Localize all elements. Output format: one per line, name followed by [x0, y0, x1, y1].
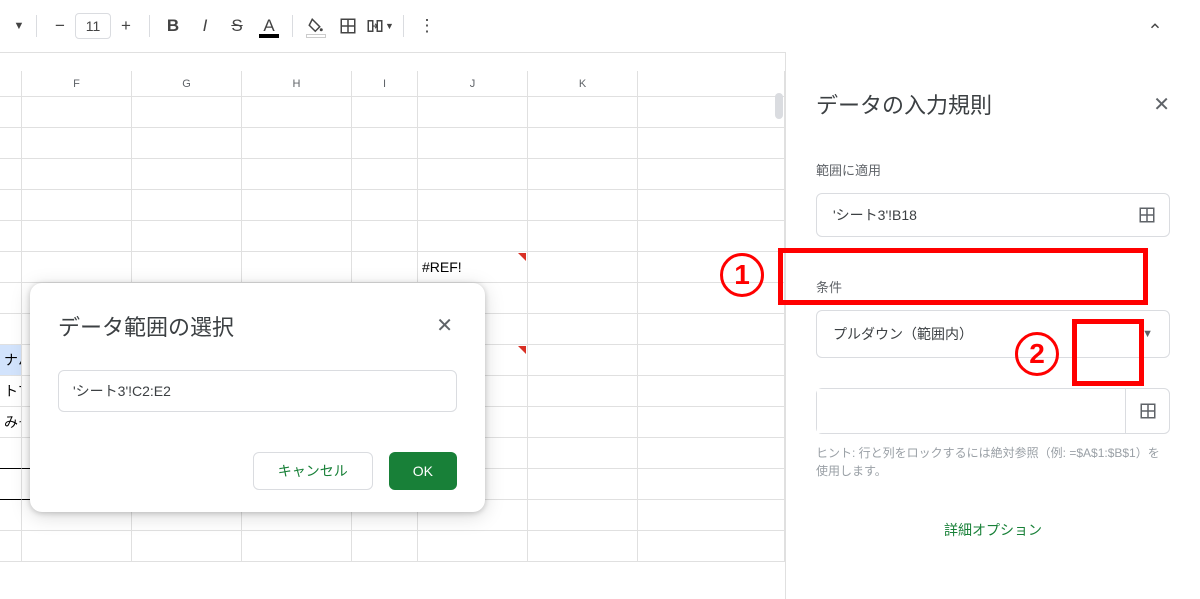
data-validation-panel: データの入力規則 ✕ 範囲に適用 条件 プルダウン（範囲内） ▼ ヒント: 行と…	[785, 52, 1200, 599]
error-indicator-icon	[518, 346, 526, 354]
font-size-group: − +	[45, 11, 141, 41]
merge-icon	[366, 17, 384, 35]
font-size-increase[interactable]: +	[111, 11, 141, 41]
cancel-button[interactable]: キャンセル	[253, 452, 373, 490]
separator	[36, 15, 37, 37]
cell-ref-error[interactable]: #REF!	[418, 252, 528, 283]
dialog-close-button[interactable]: ✕	[432, 309, 457, 342]
column-headers: F G H I J K	[0, 71, 785, 97]
cell-partial-1[interactable]: ナハ	[0, 345, 22, 376]
condition-range-row	[816, 388, 1170, 434]
italic-button[interactable]: I	[190, 11, 220, 41]
chevron-down-icon: ▼	[1142, 328, 1153, 340]
grid-icon	[1138, 206, 1156, 224]
data-range-input[interactable]	[58, 370, 457, 412]
more-button[interactable]: ⋮	[412, 11, 442, 41]
cell-partial-2[interactable]: トマ	[0, 376, 22, 407]
apply-to-range-row	[816, 193, 1170, 237]
col-header-end[interactable]	[638, 71, 785, 96]
borders-icon	[339, 17, 357, 35]
ok-button[interactable]: OK	[389, 452, 457, 490]
hint-text: ヒント: 行と列をロックするには絶対参照（例: =$A$1:$B$1）を使用しま…	[816, 444, 1170, 480]
toolbar-dropdown-caret[interactable]: ▼	[10, 11, 28, 41]
col-header-H[interactable]: H	[242, 71, 352, 96]
condition-dropdown[interactable]: プルダウン（範囲内） ▼	[816, 310, 1170, 358]
dialog-title: データ範囲の選択	[58, 310, 234, 342]
panel-close-button[interactable]: ✕	[1153, 92, 1170, 117]
bold-button[interactable]: B	[158, 11, 188, 41]
separator	[292, 15, 293, 37]
condition-value: プルダウン（範囲内）	[833, 324, 973, 344]
col-header-G[interactable]: G	[132, 71, 242, 96]
apply-to-range-input[interactable]	[817, 207, 1125, 223]
font-size-input[interactable]	[75, 13, 111, 39]
select-range-button[interactable]	[1125, 206, 1169, 224]
panel-title: データの入力規則	[816, 88, 992, 120]
col-header-gutter[interactable]	[0, 71, 22, 96]
chevron-up-icon	[1148, 19, 1162, 33]
text-color-button[interactable]: A	[254, 11, 284, 41]
borders-button[interactable]	[333, 11, 363, 41]
col-header-J[interactable]: J	[418, 71, 528, 96]
toolbar: ▼ − + B I S A ▼ ⋮	[0, 0, 1200, 52]
annotation-circle-1: 1	[720, 253, 764, 297]
separator	[149, 15, 150, 37]
condition-range-input[interactable]	[817, 389, 1125, 433]
condition-label: 条件	[816, 277, 1170, 296]
col-header-F[interactable]: F	[22, 71, 132, 96]
collapse-toolbar-button[interactable]	[1140, 11, 1170, 41]
select-data-range-dialog: データ範囲の選択 ✕ キャンセル OK	[30, 283, 485, 512]
annotation-circle-2: 2	[1015, 332, 1059, 376]
apply-to-range-label: 範囲に適用	[816, 160, 1170, 179]
font-size-decrease[interactable]: −	[45, 11, 75, 41]
advanced-options-link[interactable]: 詳細オプション	[816, 520, 1170, 540]
cell-partial-3[interactable]: みそ	[0, 407, 22, 438]
error-indicator-icon	[518, 253, 526, 261]
strikethrough-button[interactable]: S	[222, 11, 252, 41]
select-condition-range-button[interactable]	[1125, 389, 1169, 433]
merge-cells-button[interactable]: ▼	[365, 11, 395, 41]
separator	[403, 15, 404, 37]
spreadsheet-grid[interactable]: F G H I J K #REF! ナハ #REF!	[0, 52, 785, 599]
paint-bucket-icon	[307, 17, 325, 35]
fill-color-button[interactable]	[301, 11, 331, 41]
grid-icon	[1139, 402, 1157, 420]
col-header-K[interactable]: K	[528, 71, 638, 96]
col-header-I[interactable]: I	[352, 71, 418, 96]
